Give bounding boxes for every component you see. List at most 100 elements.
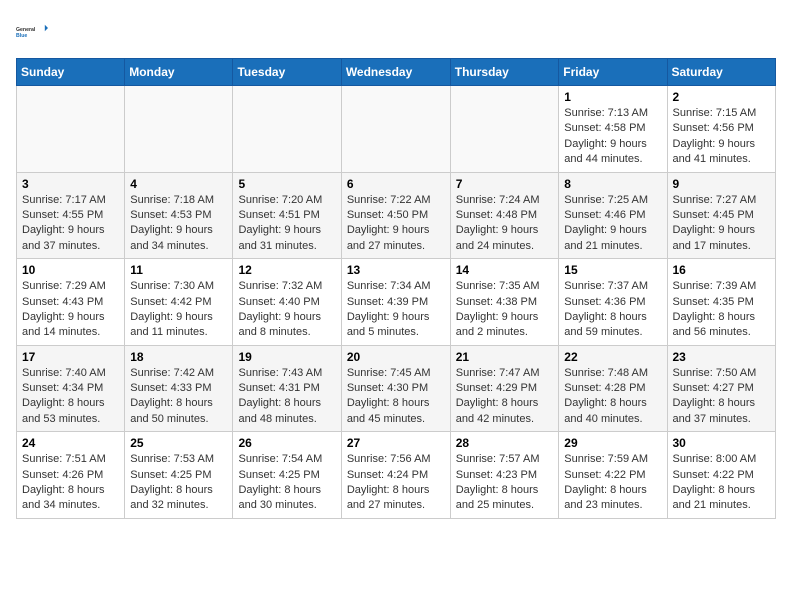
day-info: Sunrise: 7:48 AM Sunset: 4:28 PM Dayligh… (564, 366, 661, 428)
weekday-header-row: SundayMondayTuesdayWednesdayThursdayFrid… (17, 59, 776, 86)
day-number: 25 (130, 436, 227, 450)
calendar-week-1: 1 Sunrise: 7:13 AM Sunset: 4:58 PM Daylig… (17, 86, 776, 173)
day-info: Sunrise: 7:50 AM Sunset: 4:27 PM Dayligh… (673, 366, 771, 428)
calendar-cell: 7 Sunrise: 7:24 AM Sunset: 4:48 PM Daylig… (450, 172, 559, 259)
calendar-cell: 20 Sunrise: 7:45 AM Sunset: 4:30 PM Dayli… (341, 345, 450, 432)
day-info: Sunrise: 7:22 AM Sunset: 4:50 PM Dayligh… (347, 193, 445, 255)
day-info: Sunrise: 7:20 AM Sunset: 4:51 PM Dayligh… (238, 193, 335, 255)
calendar-cell: 21 Sunrise: 7:47 AM Sunset: 4:29 PM Dayli… (450, 345, 559, 432)
calendar-cell: 11 Sunrise: 7:30 AM Sunset: 4:42 PM Dayli… (125, 259, 233, 346)
day-number: 24 (22, 436, 119, 450)
day-info: Sunrise: 7:43 AM Sunset: 4:31 PM Dayligh… (238, 366, 335, 428)
logo-icon: General Blue (16, 16, 48, 48)
page-header: General Blue (16, 16, 776, 48)
day-number: 3 (22, 177, 119, 191)
calendar-cell: 10Sunrise: 7:29 AM Sunset: 4:43 PM Dayli… (17, 259, 125, 346)
day-number: 29 (564, 436, 661, 450)
calendar-cell: 13Sunrise: 7:34 AM Sunset: 4:39 PM Dayli… (341, 259, 450, 346)
day-number: 2 (673, 90, 771, 104)
day-number: 23 (673, 350, 771, 364)
day-info: Sunrise: 8:00 AM Sunset: 4:22 PM Dayligh… (673, 452, 771, 514)
day-info: Sunrise: 7:47 AM Sunset: 4:29 PM Dayligh… (456, 366, 554, 428)
day-number: 22 (564, 350, 661, 364)
logo: General Blue (16, 16, 48, 48)
day-number: 4 (130, 177, 227, 191)
day-info: Sunrise: 7:57 AM Sunset: 4:23 PM Dayligh… (456, 452, 554, 514)
calendar-cell (341, 86, 450, 173)
day-number: 17 (22, 350, 119, 364)
day-info: Sunrise: 7:53 AM Sunset: 4:25 PM Dayligh… (130, 452, 227, 514)
day-info: Sunrise: 7:17 AM Sunset: 4:55 PM Dayligh… (22, 193, 119, 255)
day-number: 15 (564, 263, 661, 277)
calendar-cell: 4 Sunrise: 7:18 AM Sunset: 4:53 PM Daylig… (125, 172, 233, 259)
calendar-cell: 2 Sunrise: 7:15 AM Sunset: 4:56 PM Daylig… (667, 86, 776, 173)
calendar-cell: 5Sunrise: 7:20 AM Sunset: 4:51 PM Daylig… (233, 172, 341, 259)
calendar-cell (17, 86, 125, 173)
day-number: 9 (673, 177, 771, 191)
day-info: Sunrise: 7:13 AM Sunset: 4:58 PM Dayligh… (564, 106, 661, 168)
calendar-cell: 3 Sunrise: 7:17 AM Sunset: 4:55 PM Daylig… (17, 172, 125, 259)
day-number: 7 (456, 177, 554, 191)
calendar-cell: 18 Sunrise: 7:42 AM Sunset: 4:33 PM Dayli… (125, 345, 233, 432)
calendar-cell: 22 Sunrise: 7:48 AM Sunset: 4:28 PM Dayli… (559, 345, 667, 432)
svg-text:General: General (16, 27, 36, 33)
day-number: 20 (347, 350, 445, 364)
day-info: Sunrise: 7:39 AM Sunset: 4:35 PM Dayligh… (673, 279, 771, 341)
day-info: Sunrise: 7:45 AM Sunset: 4:30 PM Dayligh… (347, 366, 445, 428)
day-info: Sunrise: 7:51 AM Sunset: 4:26 PM Dayligh… (22, 452, 119, 514)
day-number: 10 (22, 263, 119, 277)
svg-text:Blue: Blue (16, 33, 27, 39)
day-info: Sunrise: 7:24 AM Sunset: 4:48 PM Dayligh… (456, 193, 554, 255)
calendar-cell: 27 Sunrise: 7:56 AM Sunset: 4:24 PM Dayli… (341, 432, 450, 519)
day-info: Sunrise: 7:37 AM Sunset: 4:36 PM Dayligh… (564, 279, 661, 341)
day-number: 16 (673, 263, 771, 277)
day-number: 1 (564, 90, 661, 104)
calendar-week-4: 17 Sunrise: 7:40 AM Sunset: 4:34 PM Dayli… (17, 345, 776, 432)
day-number: 30 (673, 436, 771, 450)
day-info: Sunrise: 7:15 AM Sunset: 4:56 PM Dayligh… (673, 106, 771, 168)
calendar-cell: 9 Sunrise: 7:27 AM Sunset: 4:45 PM Daylig… (667, 172, 776, 259)
calendar-cell: 25 Sunrise: 7:53 AM Sunset: 4:25 PM Dayli… (125, 432, 233, 519)
calendar-cell: 30 Sunrise: 8:00 AM Sunset: 4:22 PM Dayli… (667, 432, 776, 519)
calendar-cell: 6 Sunrise: 7:22 AM Sunset: 4:50 PM Daylig… (341, 172, 450, 259)
calendar-cell: 19Sunrise: 7:43 AM Sunset: 4:31 PM Dayli… (233, 345, 341, 432)
day-info: Sunrise: 7:40 AM Sunset: 4:34 PM Dayligh… (22, 366, 119, 428)
calendar-cell (125, 86, 233, 173)
day-number: 18 (130, 350, 227, 364)
calendar-week-2: 3 Sunrise: 7:17 AM Sunset: 4:55 PM Daylig… (17, 172, 776, 259)
calendar-cell: 14Sunrise: 7:35 AM Sunset: 4:38 PM Dayli… (450, 259, 559, 346)
weekday-header-saturday: Saturday (667, 59, 776, 86)
day-info: Sunrise: 7:56 AM Sunset: 4:24 PM Dayligh… (347, 452, 445, 514)
day-number: 12 (238, 263, 335, 277)
calendar-cell: 12 Sunrise: 7:32 AM Sunset: 4:40 PM Dayli… (233, 259, 341, 346)
calendar-week-3: 10Sunrise: 7:29 AM Sunset: 4:43 PM Dayli… (17, 259, 776, 346)
day-number: 28 (456, 436, 554, 450)
calendar-cell: 23 Sunrise: 7:50 AM Sunset: 4:27 PM Dayli… (667, 345, 776, 432)
weekday-header-thursday: Thursday (450, 59, 559, 86)
calendar-cell: 15 Sunrise: 7:37 AM Sunset: 4:36 PM Dayli… (559, 259, 667, 346)
day-number: 26 (238, 436, 335, 450)
calendar-cell: 24 Sunrise: 7:51 AM Sunset: 4:26 PM Dayli… (17, 432, 125, 519)
calendar-cell: 1 Sunrise: 7:13 AM Sunset: 4:58 PM Daylig… (559, 86, 667, 173)
weekday-header-friday: Friday (559, 59, 667, 86)
calendar-cell: 26Sunrise: 7:54 AM Sunset: 4:25 PM Dayli… (233, 432, 341, 519)
day-number: 21 (456, 350, 554, 364)
day-info: Sunrise: 7:59 AM Sunset: 4:22 PM Dayligh… (564, 452, 661, 514)
calendar-cell: 28 Sunrise: 7:57 AM Sunset: 4:23 PM Dayli… (450, 432, 559, 519)
day-number: 27 (347, 436, 445, 450)
day-number: 11 (130, 263, 227, 277)
day-info: Sunrise: 7:42 AM Sunset: 4:33 PM Dayligh… (130, 366, 227, 428)
day-number: 13 (347, 263, 445, 277)
day-number: 6 (347, 177, 445, 191)
day-number: 14 (456, 263, 554, 277)
day-info: Sunrise: 7:18 AM Sunset: 4:53 PM Dayligh… (130, 193, 227, 255)
day-info: Sunrise: 7:27 AM Sunset: 4:45 PM Dayligh… (673, 193, 771, 255)
calendar-cell (233, 86, 341, 173)
day-info: Sunrise: 7:32 AM Sunset: 4:40 PM Dayligh… (238, 279, 335, 341)
weekday-header-monday: Monday (125, 59, 233, 86)
day-info: Sunrise: 7:30 AM Sunset: 4:42 PM Dayligh… (130, 279, 227, 341)
calendar-week-5: 24 Sunrise: 7:51 AM Sunset: 4:26 PM Dayli… (17, 432, 776, 519)
calendar-cell: 17 Sunrise: 7:40 AM Sunset: 4:34 PM Dayli… (17, 345, 125, 432)
day-info: Sunrise: 7:25 AM Sunset: 4:46 PM Dayligh… (564, 193, 661, 255)
calendar-cell: 29 Sunrise: 7:59 AM Sunset: 4:22 PM Dayli… (559, 432, 667, 519)
